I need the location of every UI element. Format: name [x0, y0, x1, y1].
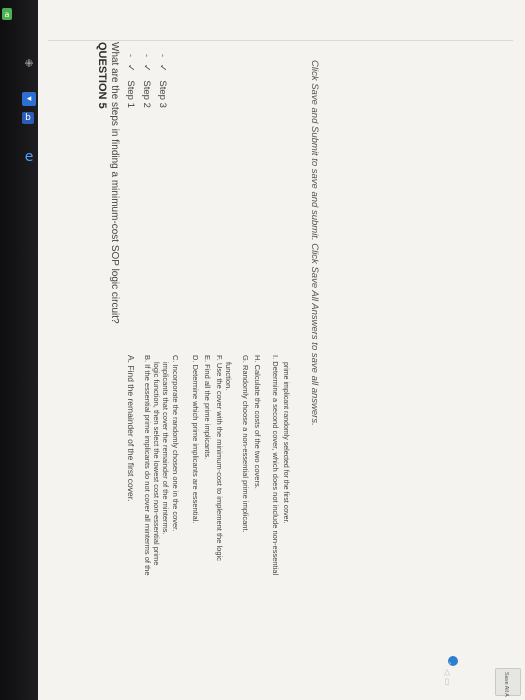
- edge-icon[interactable]: e: [22, 149, 36, 165]
- question-title: QUESTION 5: [96, 42, 108, 109]
- content-divider: [48, 40, 513, 41]
- step-row-2[interactable]: - ✓ Step 2: [141, 54, 152, 108]
- step-marker: -: [125, 54, 136, 58]
- word-icon[interactable]: b: [22, 112, 34, 124]
- step-marker: -: [141, 54, 152, 58]
- step-label: Step 2: [141, 80, 152, 108]
- grid-icon[interactable]: ⁜: [22, 56, 36, 70]
- option-f-line2: function.: [224, 362, 233, 391]
- option-b-line3: implicants that cover the remainder of t…: [161, 362, 170, 535]
- app-a-icon[interactable]: a: [2, 8, 12, 20]
- option-h: H. Calculate the costs of the two covers…: [253, 355, 262, 489]
- option-a: A. Find the remainder of the first cover…: [126, 355, 136, 502]
- step-marker: -: [157, 54, 168, 58]
- check-dropdown-icon[interactable]: ✓: [125, 64, 136, 72]
- option-i-line2: prime implicant randomly selected for th…: [282, 362, 289, 524]
- option-d: D. Determine which prime implicants are …: [191, 355, 200, 524]
- system-tray-icons[interactable]: ⌃ ◁ ▭: [443, 660, 452, 686]
- option-g: G. Randomly choose a non-essential prime…: [241, 355, 250, 533]
- save-all-answers-button[interactable]: Save All A: [495, 668, 521, 697]
- step-label: Step 1: [125, 80, 136, 108]
- option-b: B. If the essential prime implicants do …: [143, 355, 152, 576]
- store-icon[interactable]: ◂: [22, 92, 36, 106]
- option-c: C. Incorporate the randomly chosen one i…: [171, 355, 180, 532]
- check-dropdown-icon[interactable]: ✓: [141, 64, 152, 72]
- question-prompt: What are the steps in finding a minimum-…: [109, 42, 120, 324]
- option-f: F. Use the cover with the minimum-cost t…: [215, 355, 224, 561]
- option-i: I. Determine a second cover, which does …: [271, 355, 280, 576]
- taskbar: a ⁜ ◂ b e: [0, 0, 38, 700]
- step-row-3[interactable]: - ✓ Step 3: [157, 54, 168, 108]
- option-e: E. Find all the prime implicants.: [203, 355, 212, 460]
- submit-hint: Click Save and Submit to save and submit…: [309, 60, 320, 426]
- option-b-line2: logic function, then select the lowest c…: [152, 362, 161, 566]
- save-all-label: Save All A: [503, 672, 509, 697]
- check-dropdown-icon[interactable]: ✓: [157, 64, 168, 72]
- step-row-1[interactable]: - ✓ Step 1: [125, 54, 136, 108]
- step-label: Step 3: [157, 80, 168, 108]
